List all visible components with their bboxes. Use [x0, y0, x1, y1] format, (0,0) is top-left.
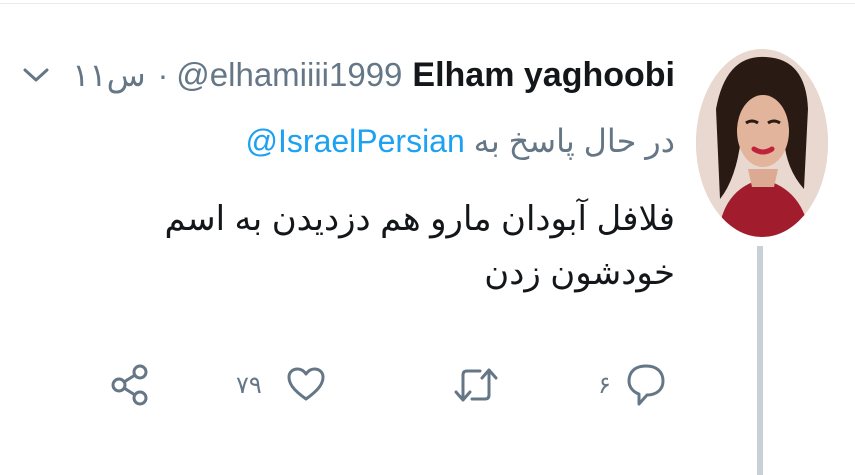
share-button[interactable] [108, 362, 152, 408]
replying-to: در حال پاسخ به @IsraelPersian [246, 122, 675, 160]
replying-mention-link[interactable]: @IsraelPersian [246, 123, 465, 159]
reply-count: ۶ [598, 371, 611, 399]
tweet-time[interactable]: ۱۱س [72, 56, 145, 94]
share-icon [108, 363, 152, 407]
user-handle[interactable]: @elhamiiii1999 [176, 56, 402, 94]
display-name[interactable]: Elham yaghoobi [412, 56, 675, 95]
avatar[interactable] [696, 49, 828, 237]
header-separator: · [157, 56, 169, 93]
tweet-header: ۱۱س · @elhamiiii1999 Elham yaghoobi [72, 52, 675, 98]
thread-line [757, 246, 763, 475]
retweet-icon [452, 365, 500, 405]
heart-icon [286, 365, 326, 405]
reply-bubble-icon [625, 361, 667, 409]
tweet-text: فلافل آبودان مارو هم دزدیدن به اسم خودشو… [164, 200, 675, 292]
retweet-button[interactable] [452, 362, 500, 408]
like-count: ۷۹ [236, 371, 262, 399]
tweet-card[interactable]: ۱۱س · @elhamiiii1999 Elham yaghoobi در ح… [0, 0, 855, 475]
chevron-down-icon[interactable] [22, 61, 50, 89]
like-button[interactable]: ۷۹ [236, 362, 326, 408]
reply-button[interactable]: ۶ [598, 362, 667, 408]
replying-prefix: در حال پاسخ به [473, 123, 675, 159]
